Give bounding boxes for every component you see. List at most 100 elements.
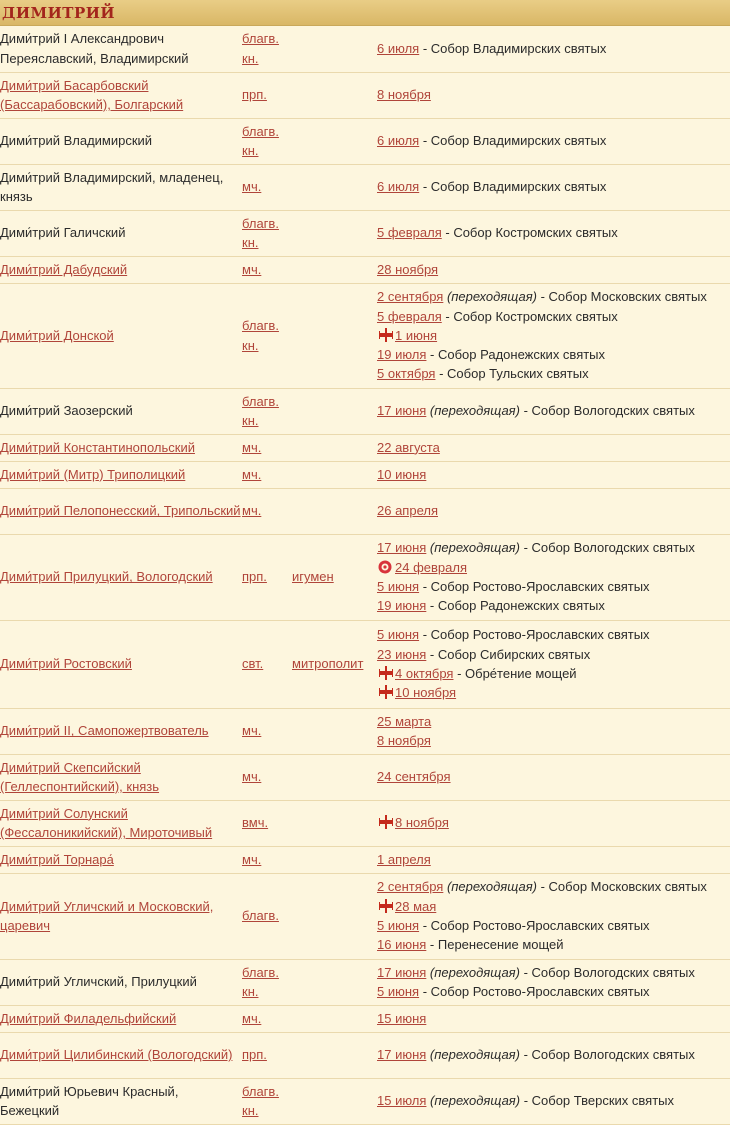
feast-date-link[interactable]: 15 июля — [377, 1093, 426, 1108]
saint-name[interactable]: Дими́трий Торнара́ — [0, 852, 114, 867]
movable-note: (переходящая) — [426, 1093, 521, 1109]
feast-date-link[interactable]: 1 апреля — [377, 852, 431, 867]
feast-date-link[interactable]: 5 июня — [377, 918, 419, 933]
rank-link[interactable]: мч. — [242, 769, 261, 784]
feast-date-link[interactable]: 6 июля — [377, 41, 419, 56]
feast-date-link[interactable]: 17 июня — [377, 1047, 426, 1062]
role-cell — [291, 118, 377, 164]
rank-link[interactable]: мч. — [242, 503, 261, 518]
table-row: Дими́трий Константинопольский мч. 22 авгус… — [0, 434, 730, 461]
feast-dates-cell: 6 июля - Собор Владимирских святых — [377, 118, 730, 164]
feast-date-link[interactable]: 19 июня — [377, 598, 426, 613]
rank-link[interactable]: благв. кн. — [242, 216, 279, 250]
feast-date-link[interactable]: 5 февраля — [377, 309, 442, 324]
role-cell — [291, 959, 377, 1005]
rank-link[interactable]: благв. кн. — [242, 394, 279, 428]
feast-date-link[interactable]: 28 мая — [395, 899, 436, 914]
feast-date-link[interactable]: 10 ноября — [395, 685, 456, 700]
rank-link[interactable]: свт. — [242, 656, 263, 671]
saint-name[interactable]: Дими́трий Скепсийский (Геллеспонтийский)… — [0, 760, 159, 794]
feast-date-link[interactable]: 5 июня — [377, 984, 419, 999]
saint-name[interactable]: Дими́трий Солунский (Фессалоникийский), … — [0, 806, 212, 840]
feast-date-link[interactable]: 28 ноября — [377, 262, 438, 277]
feast-date-link[interactable]: 23 июня — [377, 647, 426, 662]
rank-link[interactable]: благв. кн. — [242, 1084, 279, 1118]
feast-date-link[interactable]: 25 марта — [377, 714, 431, 729]
role-cell — [291, 754, 377, 800]
feast-date-link[interactable]: 24 февраля — [395, 560, 467, 575]
feast-date-link[interactable]: 2 сентября — [377, 879, 443, 894]
feast-date-link[interactable]: 17 июня — [377, 965, 426, 980]
rank-link[interactable]: благв. кн. — [242, 318, 279, 352]
table-row: Дими́трий Ростовский свт. митрополит 5 июня… — [0, 620, 730, 708]
saint-name[interactable]: Дими́трий Донской — [0, 328, 114, 343]
feast-dates-cell: 15 июля (переходящая) - Собор Тверских с… — [377, 1078, 730, 1124]
saint-name[interactable]: Дими́трий Пелопонесский, Трипольский — [0, 503, 241, 518]
rank-link[interactable]: благв. кн. — [242, 124, 279, 158]
feast-date-link[interactable]: 5 июня — [377, 579, 419, 594]
saint-name[interactable]: Дими́трий Дабудский — [0, 262, 127, 277]
rank-link[interactable]: мч. — [242, 467, 261, 482]
feast-date-link[interactable]: 10 июня — [377, 467, 426, 482]
feast-date-link[interactable]: 2 сентября — [377, 289, 443, 304]
saint-name-cell: Дими́трий (Митр) Триполицкий — [0, 461, 241, 488]
saint-name[interactable]: Дими́трий Угличский и Московский, цареви… — [0, 899, 213, 933]
rank-link[interactable]: прп. — [242, 87, 267, 102]
rank-link[interactable]: благв. кн. — [242, 31, 279, 65]
rank-link[interactable]: благв. кн. — [242, 965, 279, 999]
rank-link[interactable]: мч. — [242, 262, 261, 277]
saint-name-cell: Дими́трий I Александрович Переяславский,… — [0, 26, 241, 72]
role-cell — [291, 434, 377, 461]
saint-name[interactable]: Дими́трий Басарбовский (Бассарабовский),… — [0, 78, 183, 112]
saint-name[interactable]: Дими́трий Ростовский — [0, 656, 132, 671]
feast-date-link[interactable]: 8 ноября — [377, 733, 431, 748]
rank-link[interactable]: прп. — [242, 1047, 267, 1062]
feast-date-link[interactable]: 19 июля — [377, 347, 426, 362]
rank-link[interactable]: прп. — [242, 569, 267, 584]
role-cell — [291, 26, 377, 72]
saint-name[interactable]: Дими́трий Константинопольский — [0, 440, 195, 455]
table-row: Дими́трий I Александрович Переяславский,… — [0, 26, 730, 72]
saint-name[interactable]: Дими́трий (Митр) Триполицкий — [0, 467, 185, 482]
feast-date-line: 6 июля - Собор Владимирских святых — [377, 131, 730, 150]
feast-date-link[interactable]: 5 октября — [377, 366, 435, 381]
feast-date-link[interactable]: 8 ноября — [377, 87, 431, 102]
feast-date-link[interactable]: 6 июля — [377, 179, 419, 194]
role-link[interactable]: игумен — [292, 569, 334, 584]
rank-link[interactable]: мч. — [242, 1011, 261, 1026]
feast-description: - Собор Радонежских святых — [426, 598, 605, 614]
feast-date-link[interactable]: 15 июня — [377, 1011, 426, 1026]
rank-link[interactable]: мч. — [242, 179, 261, 194]
feast-date-link[interactable]: 22 августа — [377, 440, 440, 455]
rank-link[interactable]: мч. — [242, 723, 261, 738]
feast-description: - Собор Вологодских святых — [519, 964, 695, 980]
saint-name[interactable]: Дими́трий Прилуцкий, Вологодский — [0, 569, 213, 584]
feast-dates-cell: 17 июня (переходящая) - Собор Вологодски… — [377, 959, 730, 1005]
feast-date-line: 8 ноября — [377, 813, 730, 832]
feast-date-link[interactable]: 1 июня — [395, 328, 437, 343]
saint-name[interactable]: Дими́трий II, Самопожертвователь — [0, 723, 209, 738]
feast-date-link[interactable]: 5 июня — [377, 627, 419, 642]
saint-name: Дими́трий Угличский, Прилуцкий — [0, 974, 197, 990]
rank-cell: прп. — [241, 534, 291, 620]
saint-name[interactable]: Дими́трий Филадельфийский — [0, 1011, 176, 1026]
feast-date-link[interactable]: 6 июля — [377, 133, 419, 148]
feast-date-link[interactable]: 8 ноября — [395, 815, 449, 830]
saint-name[interactable]: Дими́трий Цилибинский (Вологодский) — [0, 1047, 232, 1062]
feast-date-link[interactable]: 4 октября — [395, 666, 453, 681]
feast-date-link[interactable]: 17 июня — [377, 403, 426, 418]
feast-date-link[interactable]: 5 февраля — [377, 225, 442, 240]
rank-link[interactable]: вмч. — [242, 815, 268, 830]
role-link[interactable]: митрополит — [292, 656, 363, 671]
rank-cell: вмч. — [241, 800, 291, 846]
feast-date-link[interactable]: 26 апреля — [377, 503, 438, 518]
role-cell — [291, 708, 377, 754]
feast-date-link[interactable]: 16 июня — [377, 937, 426, 952]
rank-link[interactable]: благв. — [242, 908, 279, 923]
table-row: Дими́трий Владимирский, младенец, князь м… — [0, 164, 730, 210]
rank-link[interactable]: мч. — [242, 440, 261, 455]
feast-date-link[interactable]: 24 сентября — [377, 769, 451, 784]
rank-cell: благв. кн. — [241, 283, 291, 388]
rank-link[interactable]: мч. — [242, 852, 261, 867]
feast-date-link[interactable]: 17 июня — [377, 540, 426, 555]
